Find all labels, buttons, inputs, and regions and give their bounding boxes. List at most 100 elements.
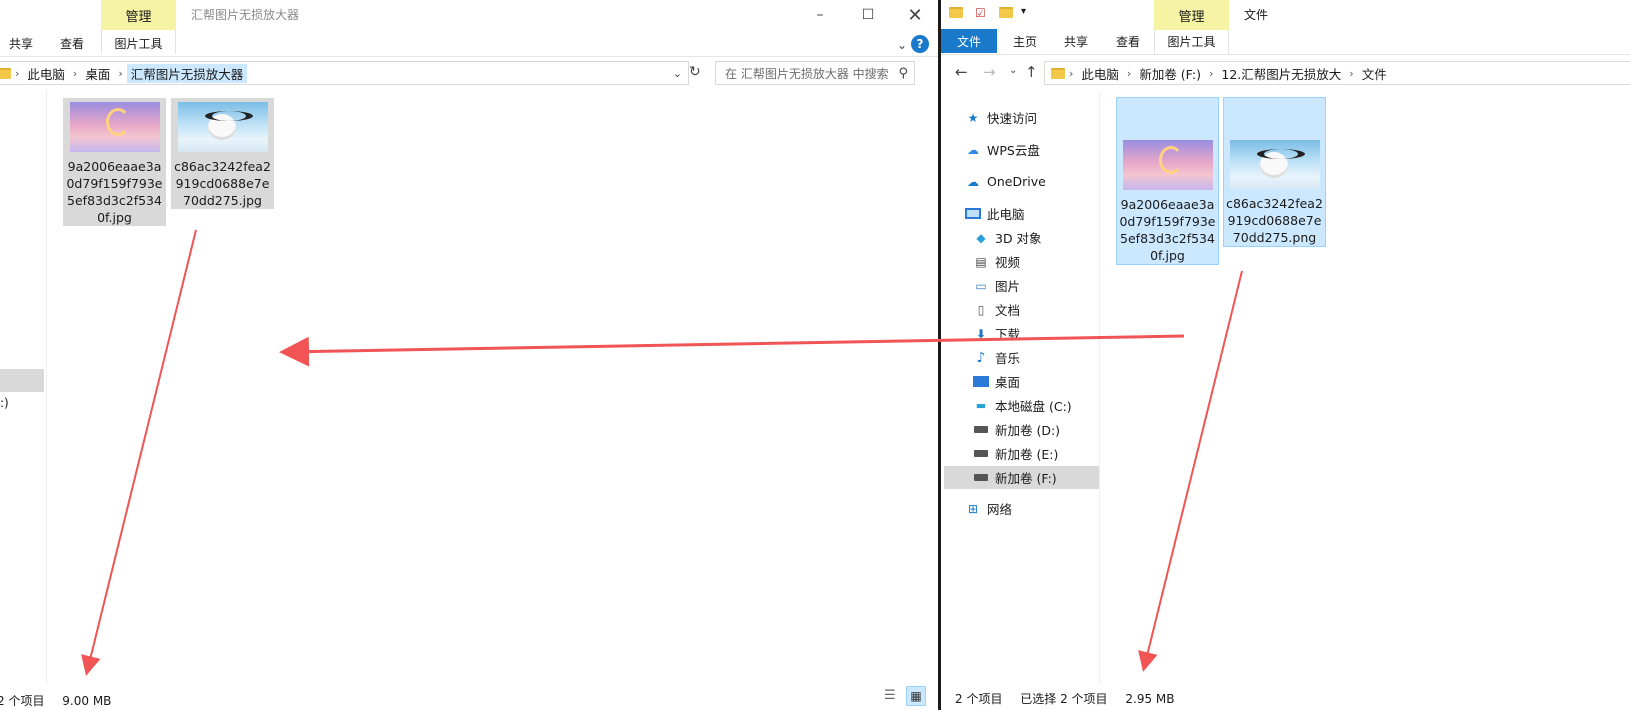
status-item-count: 2 个项目 — [955, 692, 1003, 706]
new-folder-icon[interactable] — [999, 7, 1013, 21]
nav-onedrive[interactable]: ☁ OneDrive — [965, 170, 1046, 193]
back-arrow-icon[interactable]: ← — [955, 63, 968, 81]
file-name: c86ac3242fea2919cd0688e7e70dd275.png — [1226, 196, 1323, 245]
nav-drive-c[interactable]: ▬ 本地磁盘 (C:) — [973, 394, 1072, 417]
left-explorer-window: 管理 汇帮图片无损放大器 – ☐ ✕ 共享 查看 图片工具 ⌄ ? › 此电脑 … — [0, 0, 938, 710]
nav-videos[interactable]: ▤ 视频 — [973, 250, 1020, 273]
nav-3d-objects[interactable]: ◆ 3D 对象 — [973, 226, 1041, 249]
nav-wps-cloud[interactable]: ☁ WPS云盘 — [965, 138, 1040, 161]
nav-quick-access[interactable]: ★ 快速访问 — [965, 106, 1037, 129]
large-icons-view-icon[interactable]: ▦ — [906, 686, 926, 706]
folder-icon — [1051, 67, 1065, 79]
file-thumbnail — [1122, 140, 1213, 190]
tab-view[interactable]: 查看 — [55, 31, 89, 55]
help-icon[interactable]: ? — [911, 35, 929, 53]
nav-network[interactable]: ⊞ 网络 — [965, 497, 1012, 520]
chevron-right-icon: › — [72, 66, 78, 80]
nav-desktop[interactable]: 桌面 — [973, 370, 1020, 393]
manage-tab[interactable]: 管理 — [1154, 0, 1229, 30]
status-bar: 2 个项目 9.00 MB — [0, 692, 125, 709]
properties-icon[interactable]: ☑ — [975, 6, 986, 20]
nav-pictures[interactable]: ▭ 图片 — [973, 274, 1020, 297]
nav-drive-fragment[interactable]: :) — [0, 396, 9, 410]
nav-label: 本地磁盘 (C:) — [995, 399, 1072, 414]
search-input[interactable]: 在 汇帮图片无损放大器 中搜索 — [725, 65, 889, 82]
file-thumbnail — [1229, 140, 1320, 189]
nav-label: WPS云盘 — [987, 143, 1040, 158]
chevron-right-icon: › — [1209, 66, 1214, 80]
chevron-down-icon[interactable]: ▾ — [1021, 6, 1026, 17]
address-bar[interactable]: › 此电脑 › 新加卷 (F:) › 12.汇帮图片无损放大 › 文件 — [1044, 61, 1630, 85]
drive-icon — [973, 423, 989, 437]
file-item[interactable]: c86ac3242fea2919cd0688e7e70dd275.jpg — [171, 98, 274, 209]
nav-drive-d[interactable]: 新加卷 (D:) — [973, 418, 1060, 441]
nav-label: OneDrive — [987, 174, 1046, 189]
chevron-right-icon: › — [1349, 66, 1354, 80]
chevron-right-icon: › — [118, 66, 123, 80]
maximize-button[interactable]: ☐ — [856, 4, 880, 26]
nav-label: 图片 — [995, 279, 1021, 294]
search-icon[interactable]: ⚲ — [898, 66, 908, 81]
nav-documents[interactable]: ▯ 文档 — [973, 298, 1020, 321]
recent-chevron-icon[interactable]: ⌄ — [1009, 65, 1017, 76]
nav-music[interactable]: ♪ 音乐 — [973, 346, 1020, 369]
nav-pane-border — [1099, 92, 1100, 684]
tab-file[interactable]: 文件 — [941, 29, 997, 53]
folder-icon — [0, 67, 11, 79]
status-bar: 2 个项目 已选择 2 个项目 2.95 MB — [955, 690, 1189, 707]
nav-label: 下载 — [995, 327, 1021, 342]
refresh-icon[interactable]: ↻ — [689, 64, 701, 80]
tab-file-title[interactable]: 文件 — [1236, 2, 1276, 26]
nav-label: 网络 — [987, 502, 1013, 517]
forward-arrow-icon[interactable]: → — [983, 63, 996, 81]
breadcrumb-current-folder[interactable]: 文件 — [1358, 64, 1391, 83]
nav-drive-f[interactable]: 新加卷 (F:) — [944, 466, 1099, 489]
window-title: 汇帮图片无损放大器 — [191, 8, 300, 22]
breadcrumb-project-folder[interactable]: 12.汇帮图片无损放大 — [1217, 64, 1345, 83]
chevron-right-icon: › — [15, 66, 20, 80]
file-item[interactable]: 9a2006eaae3a0d79f159f793e5ef83d3c2f5340f… — [1116, 97, 1219, 265]
close-button[interactable]: ✕ — [903, 4, 927, 26]
windows-drive-icon: ▬ — [975, 399, 987, 412]
up-arrow-icon[interactable]: ↑ — [1025, 63, 1038, 81]
breadcrumb-this-pc[interactable]: 此电脑 — [1077, 64, 1123, 83]
nav-label: 新加卷 (F:) — [995, 471, 1057, 486]
nav-drive-e[interactable]: 新加卷 (E:) — [973, 442, 1058, 465]
video-icon: ▤ — [975, 254, 987, 269]
tab-home[interactable]: 主页 — [1005, 29, 1045, 53]
breadcrumb-this-pc[interactable]: 此电脑 — [23, 64, 69, 83]
file-item[interactable]: c86ac3242fea2919cd0688e7e70dd275.png — [1223, 97, 1326, 247]
nav-this-pc[interactable]: 此电脑 — [965, 202, 1025, 225]
search-box[interactable]: 在 汇帮图片无损放大器 中搜索 ⚲ — [715, 61, 915, 85]
nav-pane-border — [46, 90, 47, 685]
network-icon: ⊞ — [967, 501, 979, 516]
ribbon-divider — [0, 56, 938, 57]
nav-downloads[interactable]: ⬇ 下载 — [973, 322, 1020, 345]
chevron-down-icon[interactable]: ⌄ — [673, 67, 688, 80]
computer-icon — [965, 207, 981, 221]
manage-tab[interactable]: 管理 — [101, 0, 176, 30]
breadcrumb-current-folder[interactable]: 汇帮图片无损放大器 — [126, 63, 248, 83]
nav-label: 桌面 — [995, 375, 1021, 390]
breadcrumb-desktop[interactable]: 桌面 — [81, 64, 114, 83]
status-size: 2.95 MB — [1125, 692, 1175, 706]
minimize-button[interactable]: – — [808, 4, 832, 26]
nav-label: 视频 — [995, 255, 1021, 270]
nav-label: 新加卷 (E:) — [995, 447, 1059, 462]
breadcrumb-drive-f[interactable]: 新加卷 (F:) — [1135, 64, 1205, 83]
nav-selected-item[interactable] — [0, 369, 44, 392]
tab-share[interactable]: 共享 — [4, 31, 38, 55]
nav-label: 音乐 — [995, 351, 1021, 366]
tab-share[interactable]: 共享 — [1056, 29, 1096, 53]
file-thumbnail — [177, 102, 268, 152]
tab-picture-tools[interactable]: 图片工具 — [1154, 29, 1229, 53]
tab-view[interactable]: 查看 — [1108, 29, 1148, 53]
address-bar[interactable]: › 此电脑 › 桌面 › 汇帮图片无损放大器 ⌄ — [0, 61, 689, 85]
download-icon: ⬇ — [975, 326, 987, 341]
details-view-icon[interactable]: ☰ — [884, 688, 900, 704]
nav-label: 此电脑 — [987, 207, 1025, 222]
tab-picture-tools[interactable]: 图片工具 — [101, 31, 176, 55]
picture-icon: ▭ — [975, 278, 987, 293]
qat-folder-icon[interactable] — [949, 7, 963, 21]
file-item[interactable]: 9a2006eaae3a0d79f159f793e5ef83d3c2f5340f… — [63, 98, 166, 226]
